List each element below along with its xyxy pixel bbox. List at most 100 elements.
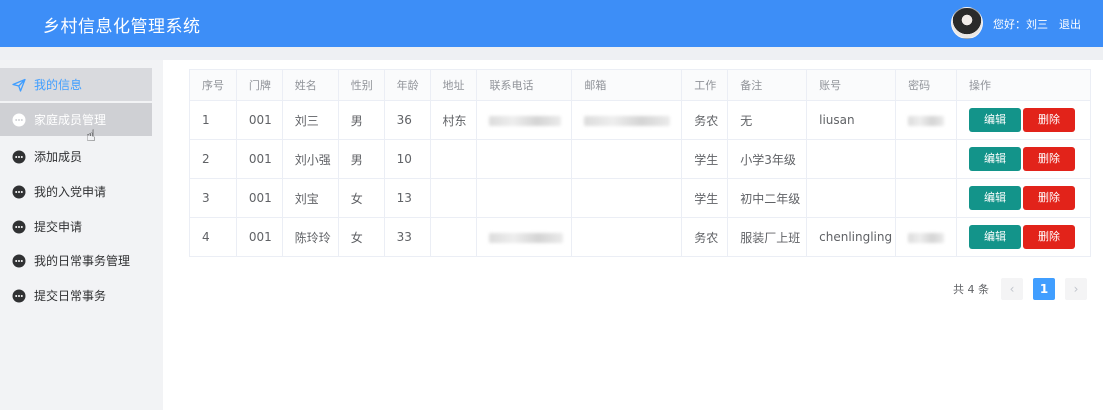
cell-account: liusan [806,100,897,140]
column-header: 地址 [429,69,478,101]
cell-no: 2 [189,139,237,179]
cell-account [806,178,897,218]
chat-dots-icon [12,254,26,268]
cell-age: 13 [383,178,431,218]
cell-address [429,139,478,179]
edit-button[interactable]: 编辑 [969,108,1021,132]
redacted-password [908,115,945,126]
sidebar-item-label: 我的日常事务管理 [34,254,131,268]
cell-name: 刘三 [281,100,339,140]
column-header: 账号 [806,69,897,101]
sidebar-item-my-party-application[interactable]: 我的入党申请 [0,175,163,208]
cell-no: 4 [189,217,237,257]
cell-email [571,139,683,179]
cell-note: 小学3年级 [727,139,808,179]
cell-job: 务农 [681,100,729,140]
pagination: 共 4 条 ‹ 1 › [953,278,1097,300]
cell-gender: 男 [337,139,385,179]
delete-button[interactable]: 删除 [1023,108,1075,132]
sidebar-item-label: 提交申请 [34,220,83,234]
family-members-table: 序号 门牌 姓名 性别 年龄 地址 联系电话 邮箱 工作 备注 账号 密码 操作… [189,69,1091,257]
column-header: 序号 [189,69,237,101]
next-page-button[interactable]: › [1065,278,1087,300]
redacted-phone [489,232,564,243]
cell-password [895,178,957,218]
cell-name: 陈玲玲 [281,217,339,257]
user-greeting: 您好：刘三 [993,18,1048,31]
cell-job: 学生 [681,139,729,179]
delete-button[interactable]: 删除 [1023,186,1075,210]
column-header: 门牌 [235,69,283,101]
prev-page-button[interactable]: ‹ [1001,278,1023,300]
table-row: 4 001 陈玲玲 女 33 务农 服装厂上班 chenlingling 编辑删… [189,217,1091,257]
sidebar: 我的信息 家庭成员管理 添加成员 我的入党申请 提交申请 我的日常事务管理 提交… [0,60,163,410]
redacted-password [908,232,945,243]
cell-password [895,100,957,140]
cell-account: chenlingling [806,217,897,257]
cell-name: 刘小强 [281,139,339,179]
column-header: 性别 [337,69,385,101]
cell-door: 001 [235,217,283,257]
sidebar-item-label: 添加成员 [34,150,83,164]
sidebar-item-label: 提交日常事务 [34,289,107,303]
cell-no: 1 [189,100,237,140]
cell-job: 务农 [681,217,729,257]
sidebar-item-my-daily-affairs[interactable]: 我的日常事务管理 [0,244,163,277]
edit-button[interactable]: 编辑 [969,225,1021,249]
sidebar-item-submit-daily-affair[interactable]: 提交日常事务 [0,279,163,312]
cell-door: 001 [235,139,283,179]
table-row: 3 001 刘宝 女 13 学生 初中二年级 编辑 删除 [189,178,1091,218]
table-row: 1 001 刘三 男 36 村东 务农 无 liusan 编辑 删除 [189,100,1091,140]
table-header-row: 序号 门牌 姓名 性别 年龄 地址 联系电话 邮箱 工作 备注 账号 密码 操作 [189,69,1091,101]
header-gap [0,47,1103,60]
cell-phone [476,100,573,140]
sidebar-item-submit-application[interactable]: 提交申请 [0,210,163,243]
cell-door: 001 [235,178,283,218]
hand-cursor-icon: ☝ [86,126,96,145]
cell-password [895,139,957,179]
cell-email [571,100,683,140]
chat-dots-icon [12,150,26,164]
sidebar-item-my-info[interactable]: 我的信息 [0,68,152,101]
column-header: 备注 [727,69,808,101]
cell-password [895,217,957,257]
cell-address: 村东 [429,100,478,140]
cell-address [429,217,478,257]
column-header: 邮箱 [571,69,683,101]
cell-note: 初中二年级 [727,178,808,218]
delete-button[interactable]: 删除 [1023,147,1075,171]
cell-actions: 编辑 删除 [956,100,1091,140]
send-icon [12,78,26,92]
edit-button[interactable]: 编辑 [969,147,1021,171]
cell-age: 33 [383,217,431,257]
delete-button[interactable]: 删除 [1023,225,1075,249]
cell-actions: 编辑 删除 [956,217,1091,257]
cell-email [571,178,683,218]
column-header: 密码 [895,69,957,101]
redacted-email [584,115,671,126]
sidebar-item-family-members[interactable]: 家庭成员管理 [0,103,152,136]
sidebar-item-label: 我的入党申请 [34,185,107,199]
cell-actions: 编辑 删除 [956,139,1091,179]
user-avatar[interactable] [951,7,983,39]
chat-dots-icon [12,220,26,234]
cell-account [806,139,897,179]
cell-phone [476,217,573,257]
cell-gender: 男 [337,100,385,140]
column-header: 姓名 [281,69,339,101]
edit-button[interactable]: 编辑 [969,186,1021,210]
logout-link[interactable]: 退出 [1059,16,1081,32]
cell-note: 服装厂上班 [727,217,808,257]
cell-name: 刘宝 [281,178,339,218]
page-number-button[interactable]: 1 [1033,278,1055,300]
sidebar-item-add-member[interactable]: 添加成员 [0,140,163,173]
column-header: 工作 [681,69,729,101]
chat-dots-icon [12,185,26,199]
pagination-total: 共 4 条 [953,283,989,296]
cell-age: 36 [383,100,431,140]
cell-age: 10 [383,139,431,179]
main-content: 序号 门牌 姓名 性别 年龄 地址 联系电话 邮箱 工作 备注 账号 密码 操作… [163,60,1103,410]
cell-note: 无 [727,100,808,140]
cell-no: 3 [189,178,237,218]
chat-dots-icon [12,289,26,303]
